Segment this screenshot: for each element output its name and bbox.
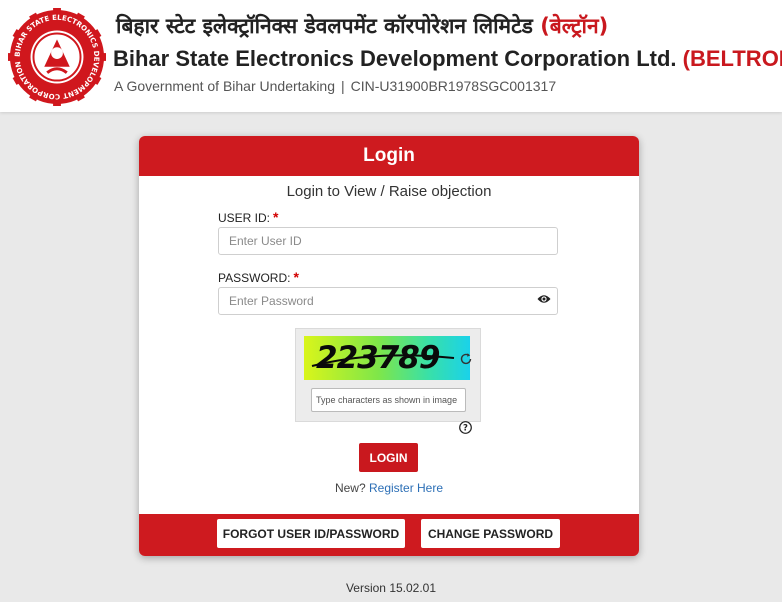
required-mark: * bbox=[293, 269, 299, 285]
user-id-label: USER ID: * bbox=[218, 209, 278, 225]
title-english-text: Bihar State Electronics Development Corp… bbox=[113, 46, 677, 71]
title-hindi: बिहार स्टेट इलेक्ट्रॉनिक्स डेवलपमेंट कॉर… bbox=[116, 12, 608, 40]
subtitle-separator: | bbox=[341, 78, 345, 94]
register-line: New? Register Here bbox=[139, 481, 639, 495]
header-subtitle: A Government of Bihar Undertaking | CIN-U3… bbox=[114, 78, 556, 94]
change-password-button[interactable]: CHANGE PASSWORD bbox=[421, 519, 560, 548]
svg-text:?: ? bbox=[463, 424, 468, 434]
captcha-image: 223789 bbox=[304, 336, 470, 380]
forgot-user-id-button[interactable]: FORGOT USER ID/PASSWORD bbox=[217, 519, 405, 548]
required-mark: * bbox=[273, 209, 279, 225]
title-hindi-short: (बेल्ट्रॉन) bbox=[540, 14, 609, 38]
version-text: Version 15.02.01 bbox=[345, 581, 437, 595]
site-header: BIHAR STATE ELECTRONICS DEVELOPMENT CORP… bbox=[0, 0, 782, 112]
eye-icon[interactable] bbox=[537, 294, 551, 304]
captcha-text: 223789 bbox=[316, 340, 440, 376]
register-link[interactable]: Register Here bbox=[369, 481, 443, 495]
login-button[interactable]: LOGIN bbox=[359, 443, 418, 472]
login-subheading: Login to View / Raise objection bbox=[286, 183, 492, 200]
password-label-text: PASSWORD: bbox=[218, 271, 291, 285]
password-label: PASSWORD: * bbox=[218, 269, 299, 285]
login-card: Login Login to View / Raise objection US… bbox=[139, 136, 639, 556]
login-heading: Login bbox=[139, 136, 639, 176]
undertaking-text: A Government of Bihar Undertaking bbox=[114, 78, 336, 94]
cin-text: CIN-U31900BR1978SGC001317 bbox=[350, 78, 557, 94]
new-text: New? bbox=[334, 481, 366, 495]
refresh-icon[interactable] bbox=[459, 352, 473, 366]
password-input[interactable] bbox=[218, 287, 558, 315]
title-hindi-text: बिहार स्टेट इलेक्ट्रॉनिक्स डेवलपमेंट कॉर… bbox=[116, 14, 533, 38]
title-english-short: (BELTRON) bbox=[682, 46, 782, 71]
help-icon[interactable]: ? bbox=[459, 421, 472, 434]
title-english: Bihar State Electronics Development Corp… bbox=[113, 46, 782, 72]
user-id-label-text: USER ID: bbox=[218, 211, 271, 225]
login-card-footer: FORGOT USER ID/PASSWORD CHANGE PASSWORD bbox=[139, 514, 639, 556]
user-id-input[interactable] bbox=[218, 227, 558, 255]
beltron-logo: BIHAR STATE ELECTRONICS DEVELOPMENT CORP… bbox=[8, 8, 106, 106]
captcha-input[interactable] bbox=[311, 388, 466, 412]
